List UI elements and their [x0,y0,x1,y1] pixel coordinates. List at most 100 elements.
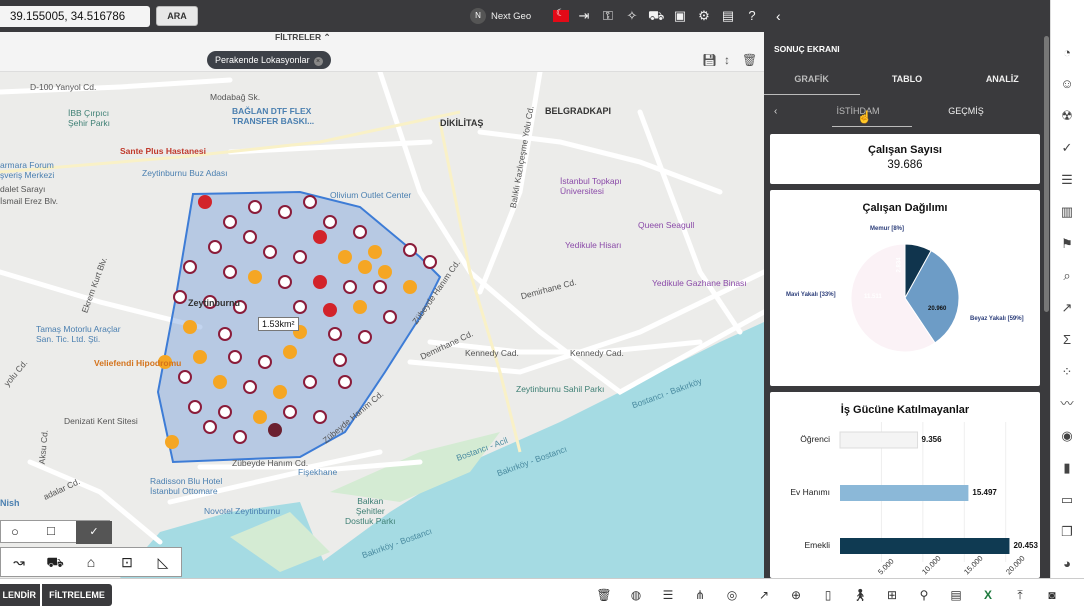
pie-value-memur: 2.834 [896,257,903,273]
search-button[interactable]: ARA [156,6,198,26]
bar-value-label: 15.497 [972,488,997,497]
bar-category-label: Emekli [804,540,830,550]
pie-label-beyaz: Beyaz Yakalı [59%] [970,316,1024,322]
palette-icon[interactable]: ◍ [628,587,644,603]
circle-tool-icon[interactable]: ○ [11,524,19,539]
map-label: Tamaş Motorlu Araçlar San. Tic. Ltd. Şti… [36,324,121,344]
tab-tablo[interactable]: TABLO [859,74,954,84]
map-label: Veliefendi Hipodromu [94,358,182,368]
document-icon[interactable]: ❐ [1058,523,1076,541]
gear-icon[interactable]: ⚙ [696,8,712,24]
chip-close-icon[interactable]: × [313,57,323,66]
tab-grafik[interactable]: GRAFİK [764,74,859,84]
list-icon[interactable]: ☰ [1058,171,1076,189]
magic-wand-icon[interactable]: ✧ [624,8,640,24]
coordinate-search-input[interactable] [0,6,150,27]
map-label: Novotel Zeytinburnu [204,506,281,516]
map-label: D-100 Yanyol Cd. [30,82,97,92]
panel-title: SONUÇ EKRANI [774,44,840,54]
card-icon[interactable]: ▭ [1058,491,1076,509]
book-icon[interactable]: ▥ [1058,203,1076,221]
save-icon[interactable]: 💾︎ [702,53,717,67]
map-label: Zeytinburnu Buz Adası [142,168,228,178]
visualize-button[interactable]: LENDİR [0,584,40,606]
turkish-flag-icon[interactable] [553,8,569,22]
grid-icon[interactable]: ⊞ [884,587,900,603]
sigma-icon[interactable]: Σ [1058,331,1076,349]
freehand-tool-icon[interactable]: ↝ [1,548,37,576]
key-icon[interactable]: ⚿ [600,8,616,24]
help-icon[interactable]: ? [744,8,760,24]
pie-value-beyaz: 20.960 [928,306,947,312]
smiley-icon[interactable]: ☺ [1058,75,1076,93]
sort-icon[interactable]: ↕ [724,53,730,67]
excel-icon[interactable]: X [980,587,996,603]
trend-icon[interactable]: ↗ [756,587,772,603]
panel-back-icon[interactable]: ‹ [776,8,781,24]
line-chart-icon[interactable]: 〰 [1058,395,1076,413]
bar-category-label: Öğrenci [800,434,830,444]
map-label: Olivium Outlet Center [330,190,412,200]
chart-up-icon[interactable]: ↗ [1058,299,1076,317]
panel-scrollbar[interactable] [1044,36,1049,312]
target-icon[interactable]: ◎ [724,587,740,603]
card-title: Çalışan Sayısı [868,144,942,156]
pie-chart-icon[interactable]: ◔ [1058,44,1076,62]
check-circle-icon[interactable]: ✓ [1058,139,1076,157]
mobile-icon[interactable]: ▯ [820,587,836,603]
bar-chart [839,422,1010,562]
bar-öğrenci[interactable] [839,431,919,449]
book-open-icon[interactable]: ▤ [948,587,964,603]
panel-subtabs: İSTİHDAM GEÇMİŞ [764,106,1050,127]
delete-icon[interactable]: 🗑︎ [742,53,757,67]
bar-emekli[interactable] [840,538,1010,554]
clipboard-icon[interactable]: ▣ [672,8,688,24]
map-label: BELGRADKAPI [545,106,612,116]
trash-icon[interactable]: 🗑︎ [596,587,612,603]
globe-icon[interactable]: ⊕ [788,587,804,603]
bar-chart-icon[interactable]: ▮ [1058,459,1076,477]
tab-analiz[interactable]: ANALİZ [955,74,1050,84]
bottom-toolbar: LENDİR FİLTRELEME 🗑︎ ◍ ☰ ⋔ ◎ ↗ ⊕ ▯ 🚶︎ ⊞ … [0,578,1084,610]
search-list-icon[interactable]: ⌕ [1058,267,1076,285]
car-icon[interactable]: ⛟ [648,8,664,24]
confirm-icon[interactable]: ✓ [76,521,112,544]
layers-icon[interactable]: ☰ [660,587,676,603]
bar-ev-hanımı[interactable] [840,485,969,501]
broadcast-icon[interactable]: ◉ [1058,427,1076,445]
walking-icon[interactable]: 🚶︎ [852,587,868,603]
newspaper-icon[interactable]: ▤ [720,8,736,24]
flag-icon[interactable]: ⚑ [1058,235,1076,253]
pie-label-memur: Memur [8%] [870,226,905,232]
truck-tool-icon[interactable]: ⛟ [37,548,73,576]
ruler-tool-icon[interactable]: ◺ [145,548,181,576]
map-label: BAĞLAN DTF FLEX TRANSFER BASKI... [232,106,315,126]
network-icon[interactable]: ⋔ [692,587,708,603]
home-tool-icon[interactable]: ⌂ [73,548,109,576]
bar-category-label: Ev Hanımı [790,487,830,497]
pie-label-mavi: Mavi Yakalı [33%] [786,292,836,298]
pie-value-mavi: 11.511 [864,294,882,300]
upload-icon[interactable]: ⤒ [1012,587,1028,603]
login-icon[interactable]: ⇥ [576,8,592,24]
subtab-gecmis[interactable]: GEÇMİŞ [912,106,1020,116]
rectangle-tool-icon[interactable]: □ [47,523,55,538]
filters-toggle[interactable]: FİLTRELER ⌃ [275,32,331,43]
map-label: Zeytinburnu Sahil Parkı [516,384,605,394]
subtab-underline [832,126,912,127]
pie-icon-2[interactable]: ◕ [1058,555,1076,573]
map-tools: ↝ ⛟ ⌂ ⊡ ◺ [0,547,182,577]
filter-button[interactable]: FİLTRELEME [42,584,112,606]
employee-count-card: Çalışan Sayısı 39.686 [770,134,1040,184]
bar-value-label: 9.356 [921,435,942,444]
radiation-icon[interactable]: ☢ [1058,107,1076,125]
pie-chart [850,243,960,353]
map-canvas[interactable]: D-100 Yanyol Cd. İBB Çırpıcı Şehir Parkı… [0,72,764,578]
focus-tool-icon[interactable]: ⊡ [109,548,145,576]
dots-icon[interactable]: ⁘ [1058,363,1076,381]
map-label: Nish [0,498,20,508]
map-label: Zübeyde Hanım Cd. [232,458,309,468]
filter-chip[interactable]: Perakende Lokasyonlar × [207,51,331,69]
camera-icon[interactable]: ◙ [1044,587,1060,603]
location-pin-icon[interactable]: ⚲ [916,587,932,603]
